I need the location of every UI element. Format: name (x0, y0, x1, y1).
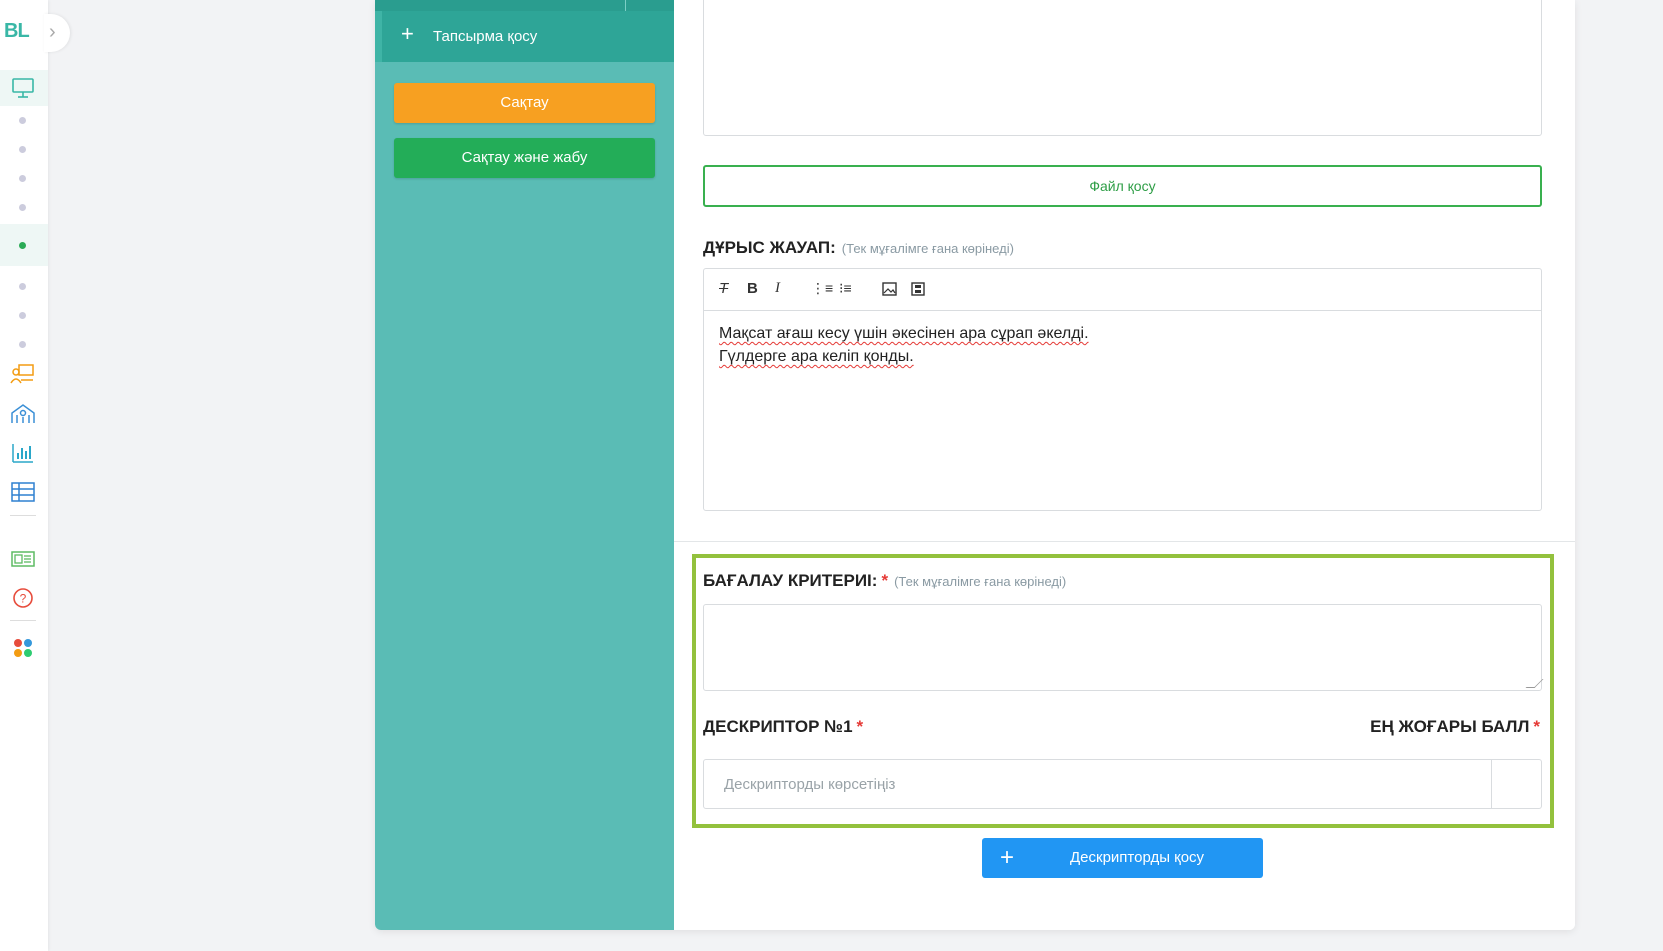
descriptor-heading: ДЕСКРИПТОР №1 * (703, 717, 863, 737)
question-text-area[interactable] (703, 0, 1542, 136)
left-rail: BL ? (0, 0, 48, 951)
correct-answer-hint: (Тек мұғалімге ғана көрінеді) (841, 241, 1014, 256)
save-button[interactable]: Сақтау (394, 83, 655, 123)
descriptor-placeholder: Дескрипторды көрсетіңіз (724, 776, 896, 793)
task-editor-card: + Тапсырма қосу Сақтау Сақтау және жабу … (375, 0, 1575, 930)
teacher-icon[interactable] (10, 362, 36, 386)
rail-dot[interactable] (19, 204, 26, 211)
rail-divider (10, 620, 36, 621)
rail-divider (10, 515, 36, 516)
max-score-input[interactable] (1491, 760, 1542, 808)
ordered-list-icon[interactable]: ⋮≡ (811, 280, 833, 297)
rail-dot-active[interactable] (19, 242, 26, 249)
rail-dot[interactable] (19, 117, 26, 124)
criteria-heading: БАҒАЛАУ КРИТЕРИІ: * (Тек мұғалімге ғана кө… (703, 571, 1066, 591)
rail-dot[interactable] (19, 312, 26, 319)
answer-line: Мақсат ағаш кесу үшін әкесінен ара сұрап… (719, 325, 1089, 342)
task-form: Файл қосу ДҰРЫС ЖАУАП: (Тек мұғалімге ған… (674, 0, 1575, 930)
rail-item-monitor[interactable] (0, 70, 48, 106)
editor-content[interactable]: Мақсат ағаш кесу үшін әкесінен ара сұрап… (719, 322, 1089, 368)
editor-toolbar: T B I ⋮≡ ⁝≡ (704, 269, 1541, 311)
max-score-label: ЕҢ ЖОҒАРЫ БАЛЛ (1370, 717, 1530, 736)
apps-icon[interactable] (10, 636, 36, 660)
criteria-hint: (Тек мұғалімге ғана көрінеді) (894, 574, 1067, 589)
max-score-heading: ЕҢ ЖОҒАРЫ БАЛЛ * (1351, 717, 1540, 737)
plus-icon: + (401, 21, 414, 46)
rail-dot[interactable] (19, 175, 26, 182)
rail-dot[interactable] (19, 283, 26, 290)
bullet-list-icon[interactable]: ⁝≡ (839, 280, 852, 297)
italic-icon[interactable]: I (775, 280, 780, 297)
video-icon[interactable] (911, 282, 925, 296)
plus-icon: + (1000, 844, 1015, 871)
chevron-right-icon: › (49, 21, 56, 43)
bold-icon[interactable]: B (747, 280, 758, 297)
criteria-textarea[interactable] (703, 604, 1544, 691)
task-sidebar: + Тапсырма қосу Сақтау Сақтау және жабу (375, 0, 674, 930)
sidebar-top-tabs (375, 0, 674, 11)
answer-line: Гүлдерге ара келіп қонды. (719, 348, 914, 365)
correct-answer-editor[interactable]: T B I ⋮≡ ⁝≡ Мақсат ағаш кесу үшін әкесін… (703, 268, 1542, 511)
required-asterisk: * (881, 571, 889, 590)
id-card-icon[interactable] (10, 547, 36, 571)
correct-answer-label: ДҰРЫС ЖАУАП: (703, 238, 836, 257)
section-divider (674, 541, 1575, 542)
correct-answer-heading: ДҰРЫС ЖАУАП: (Тек мұғалімге ғана көрінеді… (703, 238, 1014, 258)
help-icon[interactable]: ? (10, 586, 36, 610)
required-asterisk: * (856, 717, 864, 736)
image-icon[interactable] (882, 282, 897, 296)
required-asterisk: * (1533, 717, 1540, 736)
criteria-label: БАҒАЛАУ КРИТЕРИІ: (703, 571, 878, 590)
clear-format-icon[interactable]: T (719, 280, 728, 297)
bar-chart-icon[interactable] (10, 441, 36, 465)
add-descriptor-button[interactable]: + Дескрипторды қосу (982, 838, 1263, 878)
add-task-label: Тапсырма қосу (433, 28, 538, 45)
descriptor-input[interactable]: Дескрипторды көрсетіңіз (703, 759, 1542, 809)
add-file-button[interactable]: Файл қосу (703, 165, 1542, 207)
descriptor-label: ДЕСКРИПТОР №1 (703, 717, 853, 736)
add-task-button[interactable]: + Тапсырма қосу (375, 11, 674, 62)
resize-handle[interactable] (1525, 679, 1544, 688)
save-and-close-button[interactable]: Сақтау және жабу (394, 138, 655, 178)
add-descriptor-label: Дескрипторды қосу (1070, 849, 1205, 866)
rail-dot[interactable] (19, 146, 26, 153)
table-icon[interactable] (10, 480, 36, 504)
rail-expand-button[interactable]: › (44, 14, 70, 52)
svg-text:?: ? (20, 592, 27, 606)
monitor-icon (12, 78, 34, 98)
rail-dot[interactable] (19, 341, 26, 348)
app-logo: BL (4, 20, 30, 42)
school-icon[interactable] (10, 402, 36, 426)
